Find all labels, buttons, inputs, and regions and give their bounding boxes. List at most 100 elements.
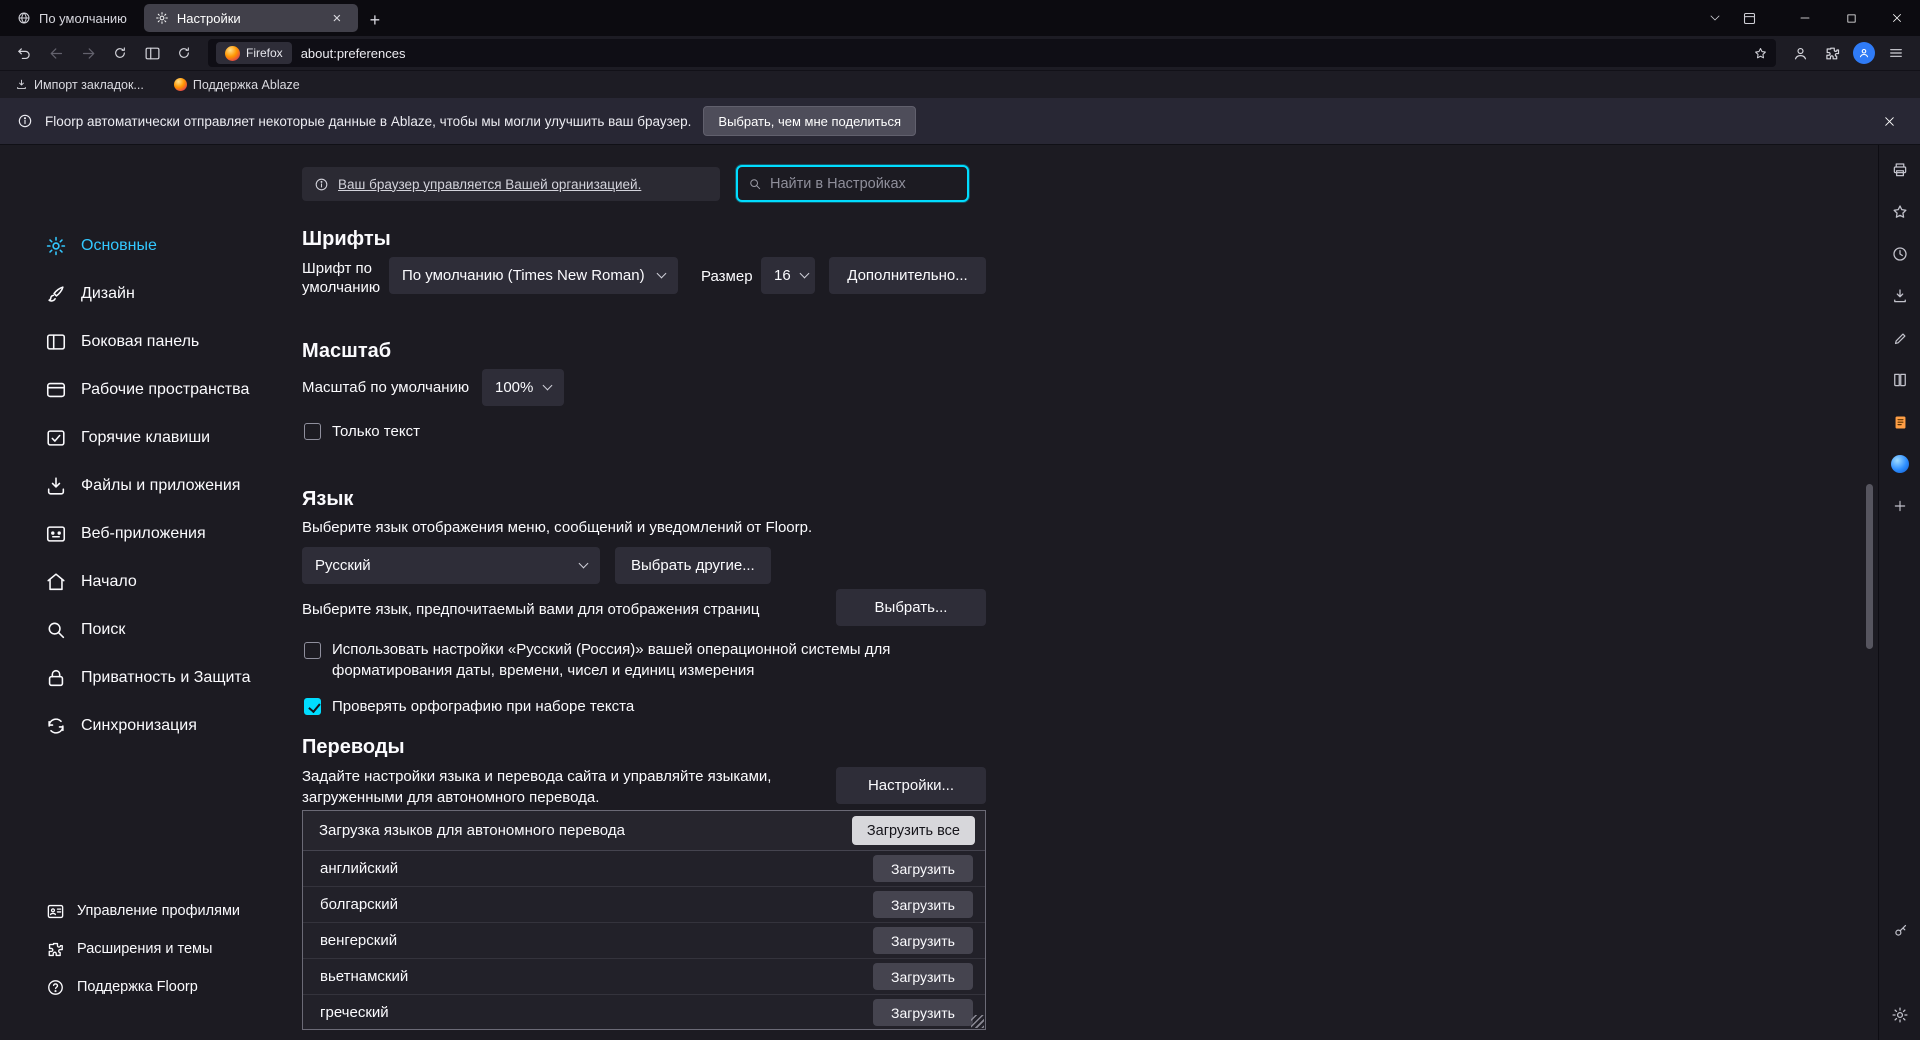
default-font-label: Шрифт по умолчанию	[302, 259, 388, 297]
profile-avatar[interactable]	[1848, 39, 1880, 67]
menu-hamburger-icon[interactable]	[1880, 39, 1912, 67]
profile-card-icon	[44, 902, 66, 921]
window-minimize-button[interactable]	[1782, 0, 1828, 36]
translate-icon[interactable]	[1879, 359, 1920, 401]
window-close-button[interactable]	[1874, 0, 1920, 36]
bookmark-star-icon[interactable]	[1753, 46, 1768, 61]
tab-label: Настройки	[177, 11, 241, 26]
sidebar-panel-icon	[44, 331, 68, 353]
download-button[interactable]: Загрузить	[873, 855, 973, 882]
language-name: вьетнамский	[320, 968, 408, 985]
notes-icon[interactable]	[1879, 401, 1920, 443]
floorp-logo-icon[interactable]	[1879, 443, 1920, 485]
download-button[interactable]: Загрузить	[873, 927, 973, 954]
forward-icon[interactable]	[72, 39, 104, 67]
os-locale-checkbox[interactable]	[304, 642, 321, 659]
bookmarks-toolbar: Импорт закладок... Поддержка Ablaze	[0, 71, 1920, 98]
zoom-value: 100%	[495, 379, 533, 396]
category-label: Дизайн	[81, 285, 135, 303]
url-bar[interactable]: Firefox about:preferences	[208, 39, 1776, 67]
undo-closed-tab-icon[interactable]	[8, 39, 40, 67]
text-only-label: Только текст	[332, 421, 420, 442]
bookmark-ablaze-support[interactable]: Поддержка Ablaze	[169, 74, 305, 96]
pencil-icon[interactable]	[1879, 317, 1920, 359]
new-tab-button[interactable]: +	[360, 6, 390, 34]
add-panel-icon[interactable]	[1879, 485, 1920, 527]
set-alternatives-button[interactable]: Выбрать другие...	[615, 547, 771, 584]
default-zoom-select[interactable]: 100%	[482, 369, 564, 406]
help-question-icon	[44, 978, 66, 997]
url-text: about:preferences	[301, 46, 406, 61]
extensions-themes-item[interactable]: Расширения и темы	[0, 930, 300, 968]
print-icon[interactable]	[1879, 149, 1920, 191]
spellcheck-label: Проверять орфографию при наборе текста	[332, 696, 634, 717]
fonts-advanced-button[interactable]: Дополнительно...	[829, 257, 986, 294]
rail-settings-gear-icon[interactable]	[1879, 994, 1920, 1036]
text-only-checkbox[interactable]	[304, 423, 321, 440]
manage-profiles-item[interactable]: Управление профилями	[0, 892, 300, 930]
category-hotkeys[interactable]: Горячие клавиши	[0, 414, 300, 462]
tab-close-icon[interactable]: ×	[327, 8, 347, 28]
tab-settings[interactable]: Настройки ×	[144, 4, 358, 32]
refresh-icon[interactable]	[104, 39, 136, 67]
category-home[interactable]: Начало	[0, 558, 300, 606]
spellcheck-checkbox[interactable]	[304, 698, 321, 715]
default-font-select[interactable]: По умолчанию (Times New Roman)	[389, 257, 678, 294]
browser-manager-sidebar	[1878, 145, 1920, 1040]
font-size-select[interactable]: 16	[761, 257, 815, 294]
search-input[interactable]	[770, 176, 957, 192]
paintbrush-icon	[44, 283, 68, 305]
choose-what-to-share-button[interactable]: Выбрать, чем мне поделиться	[703, 106, 916, 136]
bookmarks-star-icon[interactable]	[1879, 191, 1920, 233]
password-key-icon[interactable]	[1879, 909, 1920, 951]
history-clock-icon[interactable]	[1879, 233, 1920, 275]
translations-panel-header: Загрузка языков для автономного перевода…	[303, 811, 985, 851]
choose-language-button[interactable]: Выбрать...	[836, 589, 986, 626]
category-files-applications[interactable]: Файлы и приложения	[0, 462, 300, 510]
download-all-button[interactable]: Загрузить все	[852, 816, 975, 845]
back-icon[interactable]	[40, 39, 72, 67]
content-scrollbar[interactable]	[1866, 484, 1873, 649]
downloads-icon[interactable]	[1879, 275, 1920, 317]
list-all-tabs-icon[interactable]	[1698, 3, 1732, 33]
settings-category-nav: Основные Дизайн Боковая панель Рабочие п…	[0, 145, 300, 1040]
data-reporting-notification: Floorp автоматически отправляет некоторы…	[0, 98, 1920, 145]
download-button[interactable]: Загрузить	[873, 963, 973, 990]
translations-settings-button[interactable]: Настройки...	[836, 767, 986, 804]
notification-close-icon[interactable]	[1875, 107, 1903, 135]
category-label: Горячие клавиши	[81, 429, 210, 447]
category-label: Начало	[81, 573, 137, 591]
ui-language-value: Русский	[315, 557, 371, 574]
notification-message: Floorp автоматически отправляет некоторы…	[45, 114, 691, 129]
category-sync[interactable]: Синхронизация	[0, 702, 300, 750]
ui-language-select[interactable]: Русский	[302, 547, 600, 584]
category-web-apps[interactable]: Веб-приложения	[0, 510, 300, 558]
home-icon	[44, 571, 68, 593]
tab-container-icon[interactable]	[1732, 3, 1766, 33]
download-button[interactable]: Загрузить	[873, 999, 973, 1026]
category-search[interactable]: Поиск	[0, 606, 300, 654]
language-row: греческий Загрузить	[303, 995, 985, 1030]
floorp-support-item[interactable]: Поддержка Floorp	[0, 968, 300, 1006]
resize-grip[interactable]	[971, 1015, 984, 1028]
identity-chip[interactable]: Firefox	[216, 42, 292, 64]
sidebar-toggle-icon[interactable]	[136, 39, 168, 67]
category-general[interactable]: Основные	[0, 222, 300, 270]
managed-browser-link[interactable]: Ваш браузер управляется Вашей организаци…	[338, 177, 641, 192]
navigation-toolbar: Firefox about:preferences	[0, 36, 1920, 71]
category-workspaces[interactable]: Рабочие пространства	[0, 366, 300, 414]
browser-window: По умолчанию Настройки × +	[0, 0, 1920, 1040]
text-only-zoom-row: Только текст	[304, 421, 420, 442]
window-maximize-button[interactable]	[1828, 0, 1874, 36]
extensions-puzzle-icon[interactable]	[1816, 39, 1848, 67]
category-privacy-security[interactable]: Приватность и Защита	[0, 654, 300, 702]
fonts-heading: Шрифты	[302, 228, 391, 251]
category-design[interactable]: Дизайн	[0, 270, 300, 318]
download-button[interactable]: Загрузить	[873, 891, 973, 918]
language-name: болгарский	[320, 896, 398, 913]
reload-icon[interactable]	[168, 39, 200, 67]
tab-default-profile[interactable]: По умолчанию	[6, 4, 138, 32]
category-sidebar[interactable]: Боковая панель	[0, 318, 300, 366]
account-icon[interactable]	[1784, 39, 1816, 67]
bookmark-import-bookmarks[interactable]: Импорт закладок...	[10, 74, 149, 96]
